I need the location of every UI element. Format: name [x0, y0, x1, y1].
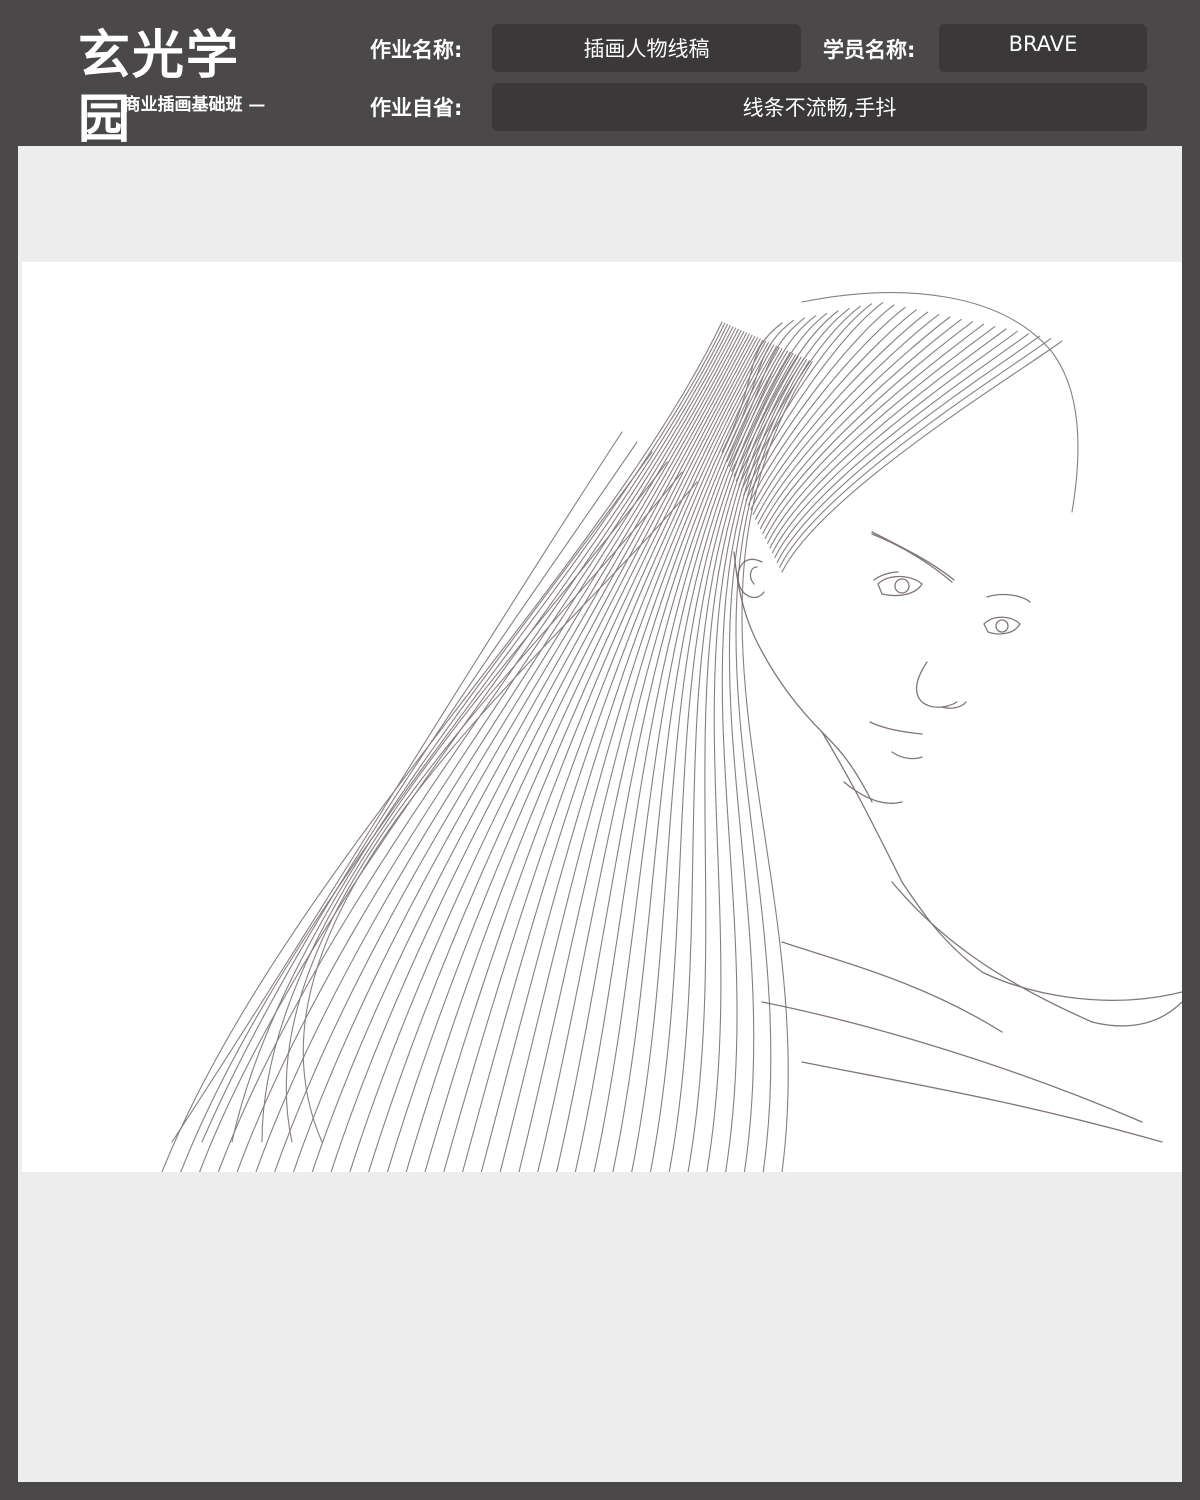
logo-title: 玄光学园 [78, 25, 241, 150]
hair-strand [518, 344, 775, 1172]
hair-strand [752, 311, 929, 515]
hair-strand [171, 431, 623, 1143]
student-name-label: 学员名称: [823, 38, 916, 62]
student-name-value: BRAVE [1008, 32, 1078, 56]
self-review-field[interactable]: 线条不流畅,手抖 [492, 83, 1147, 131]
hair-strand [368, 334, 753, 1172]
hair-strand [776, 335, 1041, 563]
hair-strand [302, 481, 698, 1143]
assignment-name-label: 作业名称: [370, 38, 463, 62]
logo-subtitle: — 商业插画基础班 — [100, 95, 266, 115]
self-review-label: 作业自省: [370, 96, 463, 120]
hair-strand [593, 349, 786, 1172]
hair-strand [255, 327, 737, 1172]
hair-strand [781, 340, 1063, 573]
self-review-value: 线条不流畅,手抖 [742, 96, 897, 120]
hair-strand [236, 326, 734, 1172]
hair-strand [330, 332, 748, 1172]
hair-strand [745, 304, 895, 501]
assignment-name-value: 插画人物线稿 [583, 37, 710, 61]
hair-strand [771, 330, 1018, 554]
student-name-field[interactable]: BRAVE [939, 24, 1147, 72]
header: 玄光学园 — 商业插画基础班 — 作业名称: 插画人物线稿 学员名称: BRAV… [0, 0, 1200, 150]
artwork-image [22, 262, 1182, 1172]
hair-strand [779, 338, 1052, 568]
hair-strand [201, 441, 638, 1143]
assignment-name-field[interactable]: 插画人物线稿 [492, 24, 801, 72]
hair-strand [735, 360, 810, 1172]
hair-lines [161, 292, 1079, 1172]
hair-strand [738, 305, 861, 487]
hair-strand [217, 325, 731, 1172]
face-lines [733, 531, 1182, 1143]
submission-canvas [18, 146, 1182, 1482]
line-sketch-illustration [161, 292, 1182, 1172]
hair-strand [649, 352, 794, 1172]
